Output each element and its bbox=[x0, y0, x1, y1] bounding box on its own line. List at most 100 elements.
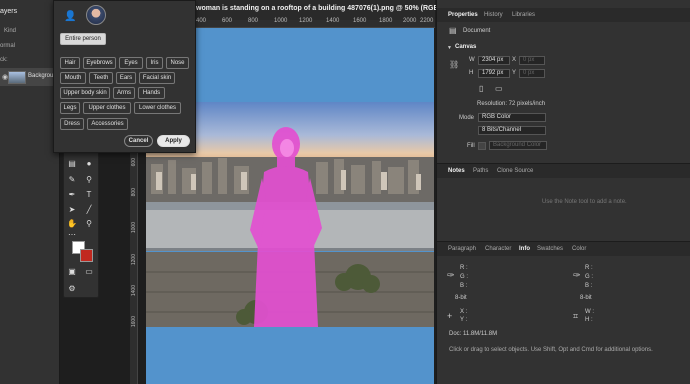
part-chip-upper-body-skin[interactable]: Upper body skin bbox=[60, 87, 110, 99]
ruler-tick: 800 bbox=[248, 18, 259, 24]
blur-drop-icon[interactable]: ● bbox=[84, 159, 94, 168]
tab-properties[interactable]: Properties bbox=[448, 12, 478, 18]
cancel-button[interactable]: Cancel bbox=[124, 135, 153, 147]
height-field[interactable]: 1792 px bbox=[478, 69, 510, 78]
brush-icon[interactable]: ✎ bbox=[67, 175, 77, 184]
screen-mode-icon[interactable]: ▭ bbox=[84, 267, 94, 276]
tab-color[interactable]: Color bbox=[572, 246, 586, 252]
document-icon: ▤ bbox=[449, 26, 457, 35]
tab-paragraph[interactable]: Paragraph bbox=[448, 246, 476, 252]
ruler-tick: 600 bbox=[131, 158, 137, 167]
layers-tab[interactable]: ayers bbox=[0, 8, 17, 15]
info-r-label: R : bbox=[460, 265, 468, 271]
ruler-tick: 1400 bbox=[131, 285, 137, 297]
tab-libraries[interactable]: Libraries bbox=[512, 12, 535, 18]
y-field[interactable]: 0 px bbox=[519, 69, 545, 78]
selection-size-icon: ⌗ bbox=[573, 311, 579, 321]
info-b-label: B : bbox=[460, 283, 468, 289]
tools-panel: ▤ ● ✎ ⚲ ✒ T ➤ ╱ ✋ ⚲ ⋯ ▣ ▭ ⚙ bbox=[63, 150, 99, 298]
quick-mask-icon[interactable]: ▣ bbox=[67, 267, 77, 276]
ruler-tick: 1600 bbox=[131, 316, 137, 328]
ruler-tick: 1000 bbox=[274, 18, 288, 24]
x-field[interactable]: 0 px bbox=[519, 56, 545, 65]
width-label: W bbox=[469, 57, 475, 63]
blend-mode-select[interactable]: ormal bbox=[0, 43, 15, 53]
mode-select[interactable]: RGB Color bbox=[478, 113, 546, 122]
part-chip-iris[interactable]: Iris bbox=[146, 57, 163, 69]
link-icon[interactable]: ⛓ bbox=[449, 60, 459, 69]
more-tools-icon[interactable]: ⋯ bbox=[67, 230, 77, 239]
select-subject-popup: 👤 Entire person Hair Eyebrows Eyes Iris … bbox=[53, 0, 196, 153]
avatar bbox=[86, 5, 106, 25]
dodge-icon[interactable]: ⚲ bbox=[84, 175, 94, 184]
eyedropper-icon: ✑ bbox=[573, 270, 581, 280]
ruler-tick: 1200 bbox=[131, 254, 137, 266]
chevron-down-icon[interactable]: ▼ bbox=[447, 45, 452, 51]
part-chip-arms[interactable]: Arms bbox=[113, 87, 135, 99]
part-chip-upper-clothes[interactable]: Upper clothes bbox=[83, 102, 131, 114]
ruler-tick: 2000 bbox=[403, 18, 417, 24]
layers-panel: ayers Kind ormal ck: ◉ Backgrou bbox=[0, 0, 60, 384]
info-r-label: R : bbox=[585, 265, 593, 271]
info-b-label: B : bbox=[585, 283, 593, 289]
part-chip-facial-skin[interactable]: Facial skin bbox=[139, 72, 175, 84]
fill-label: Fill bbox=[467, 143, 475, 149]
info-bit-depth: 8-bit bbox=[580, 295, 592, 301]
info-g-label: G : bbox=[585, 274, 594, 280]
tab-info[interactable]: Info bbox=[519, 246, 530, 252]
x-label: X bbox=[512, 57, 517, 63]
bit-depth-select[interactable]: 8 Bits/Channel bbox=[478, 126, 546, 135]
part-chip-eyebrows[interactable]: Eyebrows bbox=[83, 57, 116, 69]
ruler-tick: 2200 bbox=[420, 18, 434, 24]
tab-paths[interactable]: Paths bbox=[473, 168, 488, 174]
tab-history[interactable]: History bbox=[484, 12, 503, 18]
info-w-label: W : bbox=[585, 309, 594, 315]
canvas-section-title[interactable]: Canvas bbox=[455, 44, 476, 50]
part-chip-hair[interactable]: Hair bbox=[60, 57, 80, 69]
kind-filter[interactable]: Kind bbox=[4, 28, 16, 38]
zoom-icon[interactable]: ⚲ bbox=[84, 219, 94, 228]
fill-select[interactable]: Background Color bbox=[489, 141, 547, 150]
history-brush-icon[interactable]: ▤ bbox=[67, 159, 77, 168]
part-chip-nose[interactable]: Nose bbox=[166, 57, 189, 69]
layer-thumbnail bbox=[8, 71, 26, 84]
part-chip-dress[interactable]: Dress bbox=[60, 118, 84, 130]
part-chip-accessories[interactable]: Accessories bbox=[87, 118, 128, 130]
ruler-tick: 600 bbox=[222, 18, 233, 24]
part-chip-hands[interactable]: Hands bbox=[138, 87, 165, 99]
part-chip-eyes[interactable]: Eyes bbox=[119, 57, 143, 69]
edit-toolbar-icon[interactable]: ⚙ bbox=[67, 284, 77, 293]
landscape-orientation-icon[interactable]: ▭ bbox=[495, 84, 503, 93]
apply-button[interactable]: Apply bbox=[157, 135, 190, 147]
info-x-label: X : bbox=[460, 309, 468, 315]
type-icon[interactable]: T bbox=[84, 190, 94, 199]
ruler-tick: 1200 bbox=[299, 18, 313, 24]
width-field[interactable]: 2304 px bbox=[478, 56, 510, 65]
part-chip-legs[interactable]: Legs bbox=[60, 102, 80, 114]
lock-label: ck: bbox=[0, 57, 8, 63]
tab-notes[interactable]: Notes bbox=[448, 168, 465, 174]
resolution-text: Resolution: 72 pixels/inch bbox=[477, 101, 546, 107]
line-icon[interactable]: ╱ bbox=[84, 205, 94, 214]
part-chip-mouth[interactable]: Mouth bbox=[60, 72, 86, 84]
fill-swatch[interactable] bbox=[478, 142, 486, 150]
notes-hint: Use the Note tool to add a note. bbox=[542, 199, 627, 205]
path-selection-icon[interactable]: ➤ bbox=[67, 205, 77, 214]
crosshair-icon: + bbox=[447, 311, 453, 321]
document-title[interactable]: woman is standing on a rooftop of a buil… bbox=[196, 5, 451, 12]
info-h-label: H : bbox=[585, 317, 593, 323]
entire-person-button[interactable]: Entire person bbox=[60, 33, 106, 45]
part-chip-ears[interactable]: Ears bbox=[116, 72, 136, 84]
background-color-swatch[interactable] bbox=[80, 249, 93, 262]
tab-swatches[interactable]: Swatches bbox=[537, 246, 563, 252]
tab-clone-source[interactable]: Clone Source bbox=[497, 168, 533, 174]
part-chip-teeth[interactable]: Teeth bbox=[89, 72, 113, 84]
pen-icon[interactable]: ✒ bbox=[67, 190, 77, 199]
part-chip-lower-clothes[interactable]: Lower clothes bbox=[134, 102, 181, 114]
tab-character[interactable]: Character bbox=[485, 246, 511, 252]
portrait-orientation-icon[interactable]: ▯ bbox=[479, 84, 483, 93]
hand-icon[interactable]: ✋ bbox=[67, 219, 77, 228]
document-label: Document bbox=[463, 28, 491, 34]
ruler-tick: 1400 bbox=[326, 18, 340, 24]
mode-label: Mode bbox=[459, 115, 475, 121]
